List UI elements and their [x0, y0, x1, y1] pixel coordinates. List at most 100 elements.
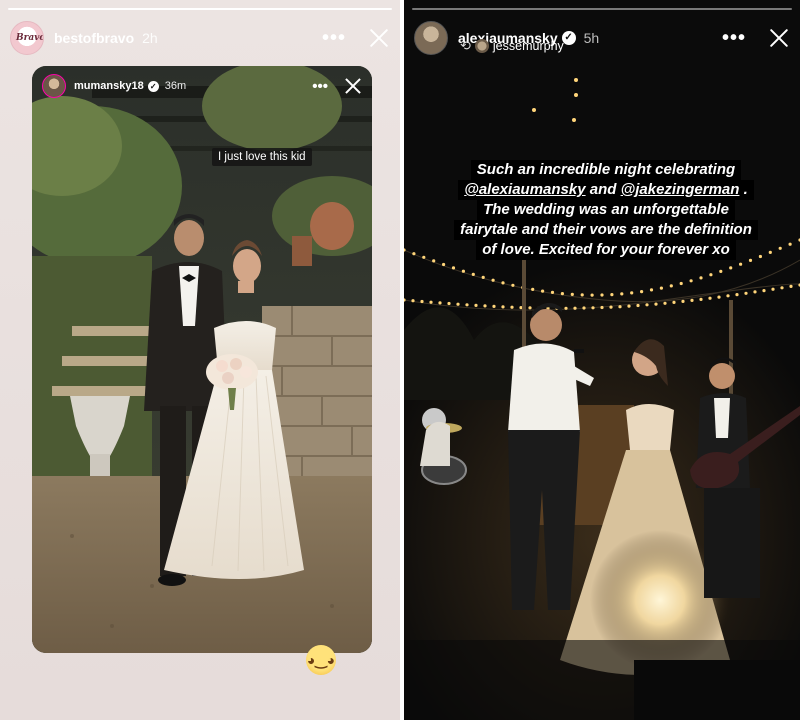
string-light-bulb [429, 300, 433, 304]
string-light-bulb [447, 301, 451, 306]
pleading-face-emoji-icon: ◕‿◕ [306, 645, 336, 675]
string-light-bulb [663, 301, 667, 305]
story-caption: Such an incredible night celebrating @al… [422, 160, 790, 260]
string-light-bulb [654, 302, 658, 306]
story-progress-bar [8, 8, 392, 10]
string-light-bulb [679, 281, 683, 286]
string-light-bulb [762, 289, 766, 293]
profile-avatar[interactable]: Bravo [10, 21, 44, 55]
string-light-bulb [481, 275, 485, 279]
collaborator-username[interactable]: jessemurphy [493, 39, 564, 53]
string-light-bulb [582, 306, 586, 310]
embedded-story-card[interactable]: mumansky18 ✓ 36m ••• I just love this ki… [32, 66, 372, 653]
string-light-bulb [570, 292, 574, 296]
string-light-bulb [771, 287, 775, 291]
caption-line-5: of love. Excited for your forever xo [476, 240, 736, 260]
emoji-face-glyph: ◕‿◕ [306, 651, 336, 668]
string-light-bulb [640, 290, 644, 294]
string-light-bulb [420, 299, 424, 304]
string-light-bulb [465, 303, 469, 307]
caption-period: . [739, 181, 748, 198]
string-light-bulb [699, 297, 703, 301]
wedding-couple-photo [32, 66, 372, 653]
close-icon[interactable] [768, 27, 790, 49]
caption-and-text: and [585, 181, 621, 198]
string-light-bulb [564, 306, 568, 310]
collaborator-row[interactable]: ⟲ jessemurphy [460, 38, 564, 54]
string-light-bulb [471, 272, 475, 276]
right-story-panel[interactable]: alexiaumansky ✓ 5h ••• ⟲ jessemurphy Suc… [404, 0, 800, 720]
wedding-reception-photo [404, 0, 800, 720]
string-light-bulb [735, 293, 739, 297]
string-light-bulb [438, 301, 442, 305]
string-light-bulb [789, 284, 793, 288]
hanging-light-bulb [574, 93, 578, 97]
string-light-bulb [699, 276, 703, 280]
more-dots-icon[interactable]: ••• [322, 28, 346, 48]
story-progress-bar [412, 8, 792, 10]
story-header: Bravo bestofbravo 2h ••• [10, 18, 390, 58]
string-light-bulb [689, 279, 693, 283]
string-light-bulb [511, 283, 515, 287]
string-light-bulb [412, 252, 416, 256]
embedded-story-username[interactable]: mumansky18 [74, 80, 144, 92]
string-light-bulb [649, 288, 654, 292]
caption-line-2: @alexiaumansky and @jakezingerman . [458, 180, 754, 200]
string-light-bulb [491, 278, 495, 282]
more-dots-icon[interactable]: ••• [722, 28, 746, 48]
caption-line-1: Such an incredible night celebrating [470, 160, 742, 180]
string-light-bulb [451, 266, 456, 270]
string-light-bulb [461, 269, 465, 273]
embedded-story-caption: I just love this kid [212, 148, 312, 166]
hanging-light-bulb [574, 78, 578, 82]
embedded-story-header: mumansky18 ✓ 36m ••• [42, 74, 362, 98]
string-light-bulb [780, 286, 784, 290]
close-icon[interactable] [368, 27, 390, 49]
string-light-bulb [610, 293, 614, 297]
mention-jakezingerman[interactable]: @jakezingerman [621, 181, 740, 198]
string-light-bulb [501, 305, 505, 309]
string-light-bulb [456, 302, 460, 306]
string-light-bulb [590, 293, 594, 297]
string-light-bulb [442, 262, 446, 267]
string-light-bulb [550, 290, 555, 294]
caption-line-4: fairytale and their vows are the definit… [454, 220, 758, 240]
string-light-bulb [739, 262, 743, 266]
left-story-panel[interactable]: Bravo bestofbravo 2h ••• mumansky18 ✓ 36… [0, 0, 400, 720]
string-light-bulb [560, 292, 564, 296]
story-username[interactable]: bestofbravo [54, 30, 134, 46]
string-light-bulb [492, 304, 496, 308]
string-light-bulb [708, 296, 712, 300]
string-light-bulb [630, 291, 634, 295]
string-light-bulb [636, 303, 640, 308]
string-light-bulb [573, 306, 577, 310]
embedded-profile-avatar[interactable] [42, 74, 66, 98]
string-light-bulb [726, 294, 730, 298]
profile-avatar[interactable] [414, 21, 448, 55]
string-light-bulb [591, 306, 595, 310]
string-light-bulb [753, 290, 757, 294]
string-light-bulb [411, 299, 415, 303]
string-light-bulb [717, 295, 721, 299]
string-light-bulb [690, 298, 694, 302]
string-light-bulb [659, 286, 663, 290]
string-light-bulb [510, 305, 514, 309]
embedded-more-dots-icon[interactable]: ••• [312, 78, 328, 95]
embedded-close-icon[interactable] [344, 77, 362, 95]
string-light-bulb [600, 305, 604, 310]
string-light-bulb [528, 306, 532, 310]
string-light-bulb [541, 289, 545, 293]
verified-badge-icon: ✓ [147, 80, 159, 92]
story-timestamp: 2h [142, 30, 158, 46]
avatar-logo-text: Bravo [16, 33, 44, 43]
mention-alexiaumansky[interactable]: @alexiaumansky [464, 181, 585, 198]
hanging-light-bulb [532, 108, 536, 112]
string-light-bulb [672, 300, 676, 304]
string-light-bulb [709, 273, 713, 277]
string-light-bulb [719, 269, 723, 273]
string-light-bulb [600, 293, 604, 297]
repost-icon: ⟲ [460, 38, 471, 53]
string-light-bulb [580, 293, 584, 297]
string-light-bulb [531, 287, 535, 291]
string-light-bulb [501, 281, 505, 285]
